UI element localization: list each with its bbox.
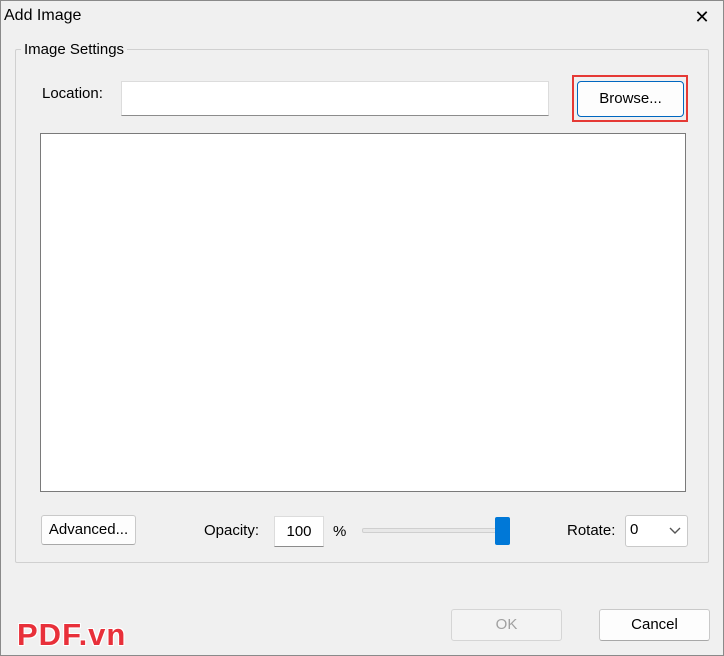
rotate-select[interactable]: 0 [625, 515, 688, 547]
rotate-label: Rotate: [567, 522, 616, 539]
group-legend: Image Settings [21, 41, 128, 58]
location-label: Location: [42, 85, 103, 102]
image-preview-area [40, 133, 686, 492]
location-input[interactable] [121, 81, 549, 116]
add-image-dialog: Add Image ✕ Image Settings Location: Bro… [0, 0, 724, 656]
rotate-selected-value: 0 [630, 521, 639, 538]
browse-button[interactable]: Browse... [577, 81, 684, 117]
opacity-slider-track[interactable] [362, 528, 510, 533]
watermark-logo: PDF.vn [17, 617, 127, 652]
opacity-label: Opacity: [204, 522, 260, 539]
cancel-button[interactable]: Cancel [599, 609, 710, 641]
title-bar: Add Image ✕ [1, 1, 723, 33]
opacity-input[interactable] [274, 516, 324, 547]
advanced-button[interactable]: Advanced... [41, 515, 136, 545]
percent-label: % [333, 523, 347, 540]
ok-button[interactable]: OK [451, 609, 562, 641]
opacity-slider-thumb[interactable] [495, 517, 510, 545]
dialog-title: Add Image [4, 7, 82, 24]
close-icon[interactable]: ✕ [691, 6, 713, 28]
chevron-down-icon [669, 527, 681, 534]
